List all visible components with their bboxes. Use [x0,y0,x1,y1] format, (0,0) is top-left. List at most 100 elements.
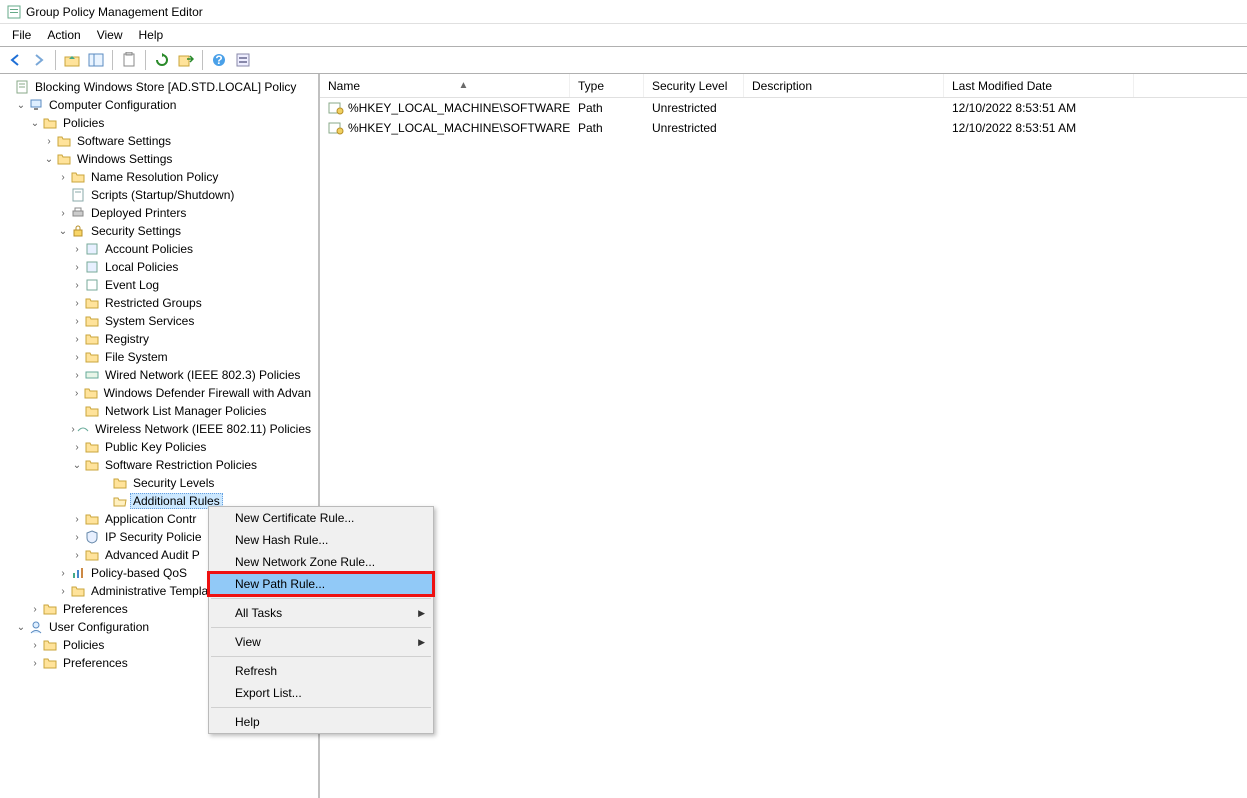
tree-pane-icon [88,53,104,67]
export-button[interactable] [175,49,197,71]
main-area: Blocking Windows Store [AD.STD.LOCAL] Po… [0,74,1247,798]
ctx-export-list[interactable]: Export List... [209,682,433,704]
folder-icon [84,349,100,365]
folder-icon [84,295,100,311]
list-row[interactable]: %HKEY_LOCAL_MACHINE\SOFTWARE\... Path Un… [320,98,1247,118]
menu-file[interactable]: File [4,26,39,44]
tree-windows-settings[interactable]: ⌄ Windows Settings [0,150,318,168]
expand-icon[interactable]: › [56,208,70,219]
tree-policies[interactable]: ⌄ Policies [0,114,318,132]
tree-account-policies[interactable]: ›Account Policies [0,240,318,258]
computer-icon [28,97,44,113]
tree-security-settings[interactable]: ⌄ Security Settings [0,222,318,240]
expand-icon[interactable]: › [56,172,70,183]
list-row[interactable]: %HKEY_LOCAL_MACHINE\SOFTWARE\... Path Un… [320,118,1247,138]
app-icon [6,4,22,20]
ctx-new-path-rule[interactable]: New Path Rule... [209,573,433,595]
expand-icon[interactable]: › [28,658,42,669]
folder-icon [42,115,58,131]
folder-icon [84,457,100,473]
folder-icon [84,439,100,455]
tree-software-restriction-policies[interactable]: ⌄Software Restriction Policies [0,456,318,474]
tree-computer-config[interactable]: ⌄ Computer Configuration [0,96,318,114]
menu-action[interactable]: Action [39,26,88,44]
collapse-icon[interactable]: ⌄ [42,154,56,165]
expand-icon[interactable]: › [70,370,84,381]
network-icon [84,367,100,383]
expand-icon[interactable]: › [70,244,84,255]
menu-help[interactable]: Help [131,26,172,44]
tree-network-list-manager[interactable]: Network List Manager Policies [0,402,318,420]
col-name[interactable]: Name▲ [320,74,570,97]
clipboard-icon [122,52,136,68]
tree-wireless-network[interactable]: ›Wireless Network (IEEE 802.11) Policies [0,420,318,438]
expand-icon[interactable]: › [42,136,56,147]
expand-icon[interactable]: › [70,442,84,453]
expand-icon[interactable]: › [28,604,42,615]
refresh-icon [155,53,169,67]
tree-windows-defender-firewall[interactable]: ›Windows Defender Firewall with Advan [0,384,318,402]
expand-icon[interactable]: › [70,280,84,291]
ctx-all-tasks[interactable]: All Tasks▶ [209,602,433,624]
tree-root-label: Blocking Windows Store [AD.STD.LOCAL] Po… [32,80,299,94]
expand-icon[interactable]: › [70,514,84,525]
expand-icon[interactable]: › [70,550,84,561]
collapse-icon[interactable]: ⌄ [14,622,28,633]
col-description[interactable]: Description [744,74,944,97]
expand-icon[interactable]: › [70,316,84,327]
user-icon [28,619,44,635]
tree-registry[interactable]: ›Registry [0,330,318,348]
expand-icon[interactable]: › [70,262,84,273]
ctx-new-hash-rule[interactable]: New Hash Rule... [209,529,433,551]
expand-icon[interactable]: › [70,298,84,309]
tree-local-policies[interactable]: ›Local Policies [0,258,318,276]
copy-button[interactable] [118,49,140,71]
collapse-icon[interactable]: ⌄ [70,460,84,471]
back-button[interactable] [4,49,26,71]
list-panel[interactable]: Name▲ Type Security Level Description La… [320,74,1247,798]
tree-software-settings[interactable]: › Software Settings [0,132,318,150]
expand-icon[interactable]: › [70,532,84,543]
menu-view[interactable]: View [89,26,131,44]
show-hide-tree-button[interactable] [85,49,107,71]
ctx-help[interactable]: Help [209,711,433,733]
ctx-view[interactable]: View▶ [209,631,433,653]
tree-system-services[interactable]: ›System Services [0,312,318,330]
ctx-refresh[interactable]: Refresh [209,660,433,682]
policy-icon [84,241,100,257]
col-type[interactable]: Type [570,74,644,97]
export-icon [178,53,194,67]
expand-icon[interactable]: › [70,334,84,345]
tree-root[interactable]: Blocking Windows Store [AD.STD.LOCAL] Po… [0,78,318,96]
expand-icon[interactable]: › [56,568,70,579]
up-button[interactable] [61,49,83,71]
expand-icon[interactable]: › [70,352,84,363]
expand-icon[interactable]: › [56,586,70,597]
tree-wired-network[interactable]: ›Wired Network (IEEE 802.3) Policies [0,366,318,384]
chevron-right-icon: ▶ [418,637,425,648]
tree-nrp[interactable]: › Name Resolution Policy [0,168,318,186]
ctx-new-certificate-rule[interactable]: New Certificate Rule... [209,507,433,529]
tree-deployed-printers[interactable]: › Deployed Printers [0,204,318,222]
collapse-icon[interactable]: ⌄ [14,100,28,111]
collapse-icon[interactable]: ⌄ [28,118,42,129]
tree-public-key-policies[interactable]: ›Public Key Policies [0,438,318,456]
forward-button[interactable] [28,49,50,71]
collapse-icon[interactable]: ⌄ [56,226,70,237]
tree-security-levels[interactable]: Security Levels [0,474,318,492]
expand-icon[interactable]: › [70,388,83,399]
col-last-modified[interactable]: Last Modified Date [944,74,1134,97]
svg-text:?: ? [215,53,222,67]
expand-icon[interactable]: › [28,640,42,651]
col-security-level[interactable]: Security Level [644,74,744,97]
ctx-new-network-zone-rule[interactable]: New Network Zone Rule... [209,551,433,573]
properties-button[interactable] [232,49,254,71]
tree-file-system[interactable]: ›File System [0,348,318,366]
refresh-button[interactable] [151,49,173,71]
tree-event-log[interactable]: ›Event Log [0,276,318,294]
tree-scripts[interactable]: Scripts (Startup/Shutdown) [0,186,318,204]
help-button[interactable]: ? [208,49,230,71]
tree-restricted-groups[interactable]: ›Restricted Groups [0,294,318,312]
folder-icon [84,331,100,347]
properties-icon [236,53,250,67]
